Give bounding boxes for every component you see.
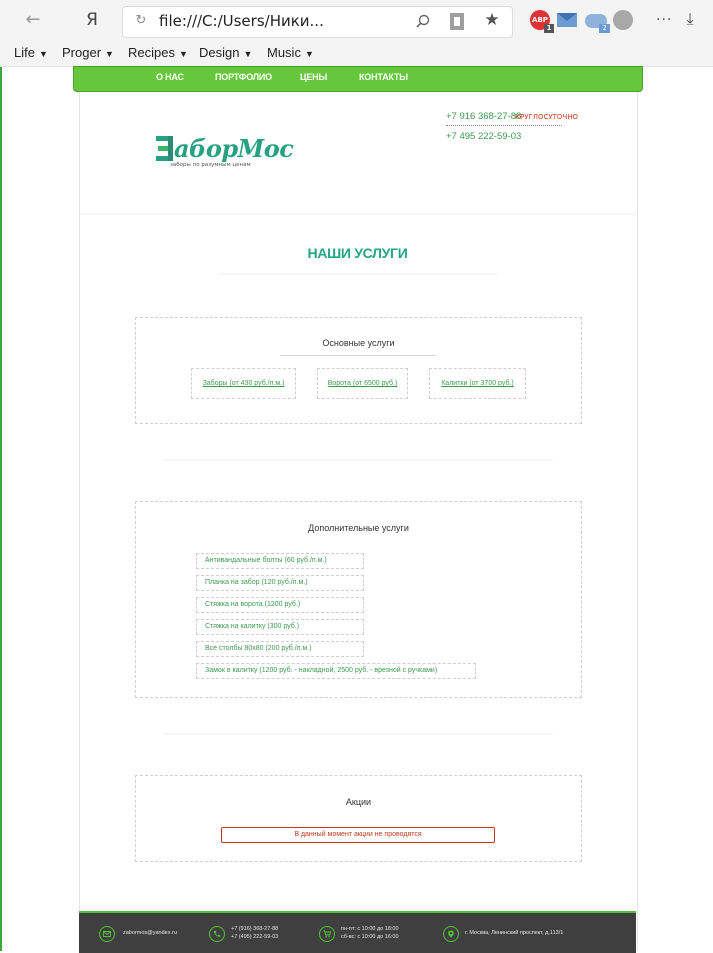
- window-edge: [0, 0, 2, 951]
- title-underline: [218, 273, 498, 277]
- bookmark-design[interactable]: Design ▼: [199, 45, 252, 60]
- caret-down-icon: ▼: [105, 49, 114, 59]
- adblock-icon[interactable]: ABP 1: [530, 10, 554, 33]
- extra-service-item: Все столбы 80х80 (200 руб./п.м.): [196, 641, 364, 657]
- phone-hours-badge: КРУГЛОСУТОЧНО: [515, 113, 579, 121]
- service-wickets-link[interactable]: Калитки (от 3700 руб.): [429, 368, 526, 399]
- promos-box: Акции: [135, 775, 582, 862]
- browser-toolbar: ← Я ↻ file:///C:/Users/Ники... ★ ABP 1 2…: [0, 0, 713, 40]
- address-bar-text[interactable]: file:///C:/Users/Ники...: [159, 12, 324, 30]
- extra-services-title: Дополнительные услуги: [308, 523, 409, 533]
- phone-icon: [209, 926, 225, 942]
- address-bar[interactable]: ↻ file:///C:/Users/Ники... ★: [122, 6, 513, 38]
- bookmark-label: Life: [14, 45, 35, 60]
- back-arrow-icon[interactable]: ←: [22, 9, 44, 31]
- yandex-icon[interactable]: Я: [82, 9, 102, 31]
- search-icon[interactable]: [415, 13, 431, 29]
- footer-hours-b: сб-вс: с 10:00 до 16:00: [341, 934, 399, 940]
- location-pin-icon: [443, 926, 459, 942]
- footer-phone-b[interactable]: +7 (495) 222-59-03: [231, 933, 278, 941]
- caret-down-icon: ▼: [243, 49, 253, 59]
- adblock-badge: 1: [544, 24, 554, 33]
- mail-icon: [99, 926, 115, 942]
- more-icon[interactable]: ...: [656, 8, 676, 28]
- globe-icon[interactable]: [613, 10, 633, 30]
- footer-address[interactable]: г. Москва, Ленинский проспект, д.113/1: [465, 929, 563, 937]
- site-logo[interactable]: аборМос заборы по разумным ценам: [156, 134, 294, 174]
- bookmarks-bar: Life ▼ Proger ▼ Recipes ▼ Design ▼ Music ▼: [0, 40, 713, 66]
- extra-service-item: Стяжка на ворота (1200 руб.): [196, 597, 364, 613]
- bookmark-music[interactable]: Music ▼: [267, 45, 314, 60]
- phone-secondary[interactable]: +7 495 222-59-03: [446, 131, 521, 142]
- extra-service-item: Замок в калитку (1200 руб. - накладной, …: [196, 663, 476, 679]
- bookmark-life[interactable]: Life ▼: [14, 45, 48, 60]
- services-divider-2: [163, 733, 553, 737]
- bookmark-recipes[interactable]: Recipes ▼: [128, 45, 188, 60]
- phone-divider: [446, 125, 562, 126]
- footer-phone-a[interactable]: +7 (916) 368-27-88: [231, 925, 278, 933]
- nav-prices[interactable]: ЦЕНЫ: [300, 72, 327, 82]
- promos-title: Акции: [345, 797, 372, 807]
- star-icon[interactable]: ★: [483, 10, 501, 30]
- nav-about[interactable]: О НАС: [156, 72, 184, 82]
- mail-icon[interactable]: [557, 13, 577, 27]
- header-divider: [80, 213, 635, 217]
- nav-contacts[interactable]: КОНТАКТЫ: [359, 72, 408, 82]
- footer-email[interactable]: zabormos@yandex.ru: [123, 929, 177, 937]
- services-divider-1: [163, 459, 553, 463]
- bookmark-label: Design: [199, 45, 240, 60]
- site-nav: О НАС ПОРТФОЛИО ЦЕНЫ КОНТАКТЫ: [73, 66, 643, 92]
- page-mode-icon[interactable]: [450, 13, 464, 30]
- extra-service-item: Стяжка на калитку (300 руб.): [196, 619, 364, 635]
- caret-down-icon: ▼: [304, 49, 314, 59]
- section-title: НАШИ УСЛУГИ: [307, 245, 408, 261]
- caret-down-icon: ▼: [178, 49, 188, 59]
- cloud-icon[interactable]: 2: [585, 14, 610, 33]
- caret-down-icon: ▼: [38, 49, 48, 59]
- logo-name: аборМос: [174, 134, 294, 163]
- refresh-icon[interactable]: ↻: [133, 13, 149, 29]
- service-gates-link[interactable]: Ворота (от 6500 руб.): [317, 368, 408, 399]
- nav-portfolio[interactable]: ПОРТФОЛИО: [215, 72, 272, 82]
- main-services-divider: [280, 355, 436, 356]
- bookmark-label: Music: [267, 45, 301, 60]
- bookmark-label: Proger: [62, 45, 102, 60]
- download-icon[interactable]: ⤓: [681, 9, 699, 29]
- logo-tagline: заборы по разумным ценам: [170, 162, 251, 168]
- main-services-title: Основные услуги: [322, 338, 395, 348]
- bookmark-proger[interactable]: Proger ▼: [62, 45, 114, 60]
- cloud-badge: 2: [599, 24, 610, 33]
- extra-service-item: Антивандальные болты (60 руб./п.м.): [196, 553, 364, 569]
- footer-hours-a: пн-пт: с 10:00 до 18:00: [341, 926, 399, 932]
- browser-chrome: ← Я ↻ file:///C:/Users/Ники... ★ ABP 1 2…: [0, 0, 713, 67]
- phone-primary[interactable]: +7 916 368-27-88: [446, 111, 521, 122]
- adblock-label: ABP: [532, 16, 548, 24]
- bookmark-label: Recipes: [128, 45, 175, 60]
- promos-message: В данный момент акции не проводятся: [221, 827, 495, 843]
- cart-icon: [319, 926, 335, 942]
- service-fences-link[interactable]: Заборы (от 430 руб./п.м.): [191, 368, 296, 399]
- extra-service-item: Планка на забор (120 руб./п.м.): [196, 575, 364, 591]
- site-footer: zabormos@yandex.ru +7 (916) 368-27-88 +7…: [79, 911, 636, 953]
